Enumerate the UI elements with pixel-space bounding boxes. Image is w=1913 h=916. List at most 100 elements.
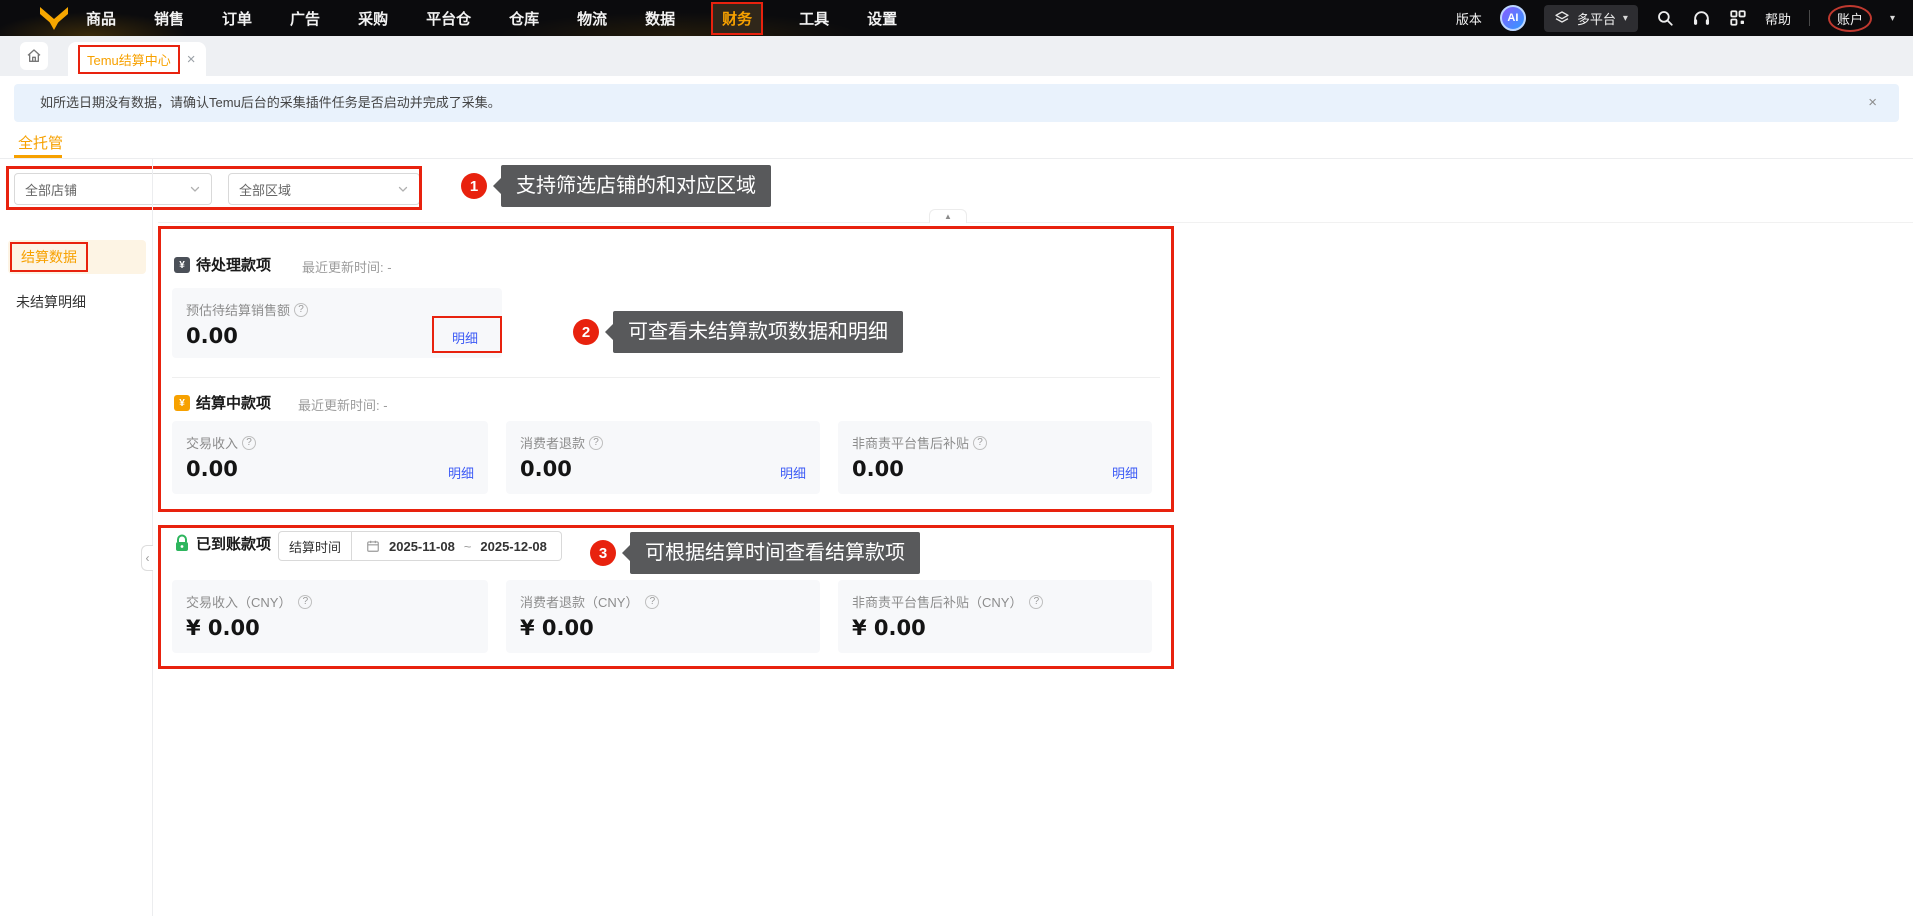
home-button[interactable]: [20, 42, 48, 70]
nav-item-tools[interactable]: 工具: [797, 3, 831, 34]
detail-link[interactable]: 明细: [780, 463, 806, 482]
platform-switcher[interactable]: 多平台 ▾: [1543, 4, 1638, 32]
headset-icon[interactable]: [1692, 9, 1711, 28]
collapse-left-icon[interactable]: ‹: [141, 545, 153, 571]
search-icon[interactable]: [1656, 9, 1674, 27]
nav-item-data[interactable]: 数据: [643, 3, 677, 34]
chevron-down-icon: [190, 186, 200, 192]
card-value: 0.00: [520, 457, 572, 481]
annotation-1-number: 1: [461, 173, 487, 199]
settling-section-icon: ¥: [174, 395, 190, 411]
pending-updated-time: 最近更新时间: -: [302, 260, 392, 275]
card-value: ¥ 0.00: [520, 616, 594, 640]
date-range-picker[interactable]: 2025-11-08 ~ 2025-12-08: [352, 531, 562, 561]
detail-link[interactable]: 明细: [448, 463, 474, 482]
tab-bar: Temu结算中心 ×: [0, 36, 1913, 76]
notice-banner: 如所选日期没有数据，请确认Temu后台的采集插件任务是否启动并完成了采集。 ×: [14, 84, 1899, 122]
ai-badge[interactable]: AI: [1499, 5, 1526, 31]
settlement-time-label[interactable]: 结算时间: [278, 531, 353, 561]
help-icon[interactable]: ?: [294, 302, 309, 317]
close-icon[interactable]: ×: [1868, 84, 1877, 122]
card-label: 交易收入 ?: [186, 433, 257, 452]
shop-select-value: 全部店铺: [25, 182, 78, 198]
card-label: 消费者退款（CNY） ?: [520, 592, 660, 611]
nav-item-logistics[interactable]: 物流: [575, 3, 609, 34]
nav-right: 版本 AI 多平台 ▾ 帮助 账户 ▾: [1456, 4, 1895, 32]
nav-menu: 商品 销售 订单 广告 采购 平台仓 仓库 物流 数据 财务 工具 设置: [84, 1, 899, 35]
top-nav: 商品 销售 订单 广告 采购 平台仓 仓库 物流 数据 财务 工具 设置 版本 …: [0, 0, 1913, 36]
divider: [152, 159, 153, 916]
annotation-3-tooltip: 可根据结算时间查看结算款项: [622, 532, 920, 574]
tab-label: Temu结算中心: [78, 44, 180, 74]
collapse-up-icon[interactable]: ▲: [929, 209, 967, 223]
pending-card: 预估待结算销售额 ? 0.00 明细: [172, 288, 502, 358]
annotation-3: 3 可根据结算时间查看结算款项: [590, 532, 920, 574]
detail-link[interactable]: 明细: [1112, 463, 1138, 482]
lock-icon: [176, 534, 188, 551]
nav-item-products[interactable]: 商品: [84, 3, 118, 34]
date-separator: ~: [463, 538, 472, 554]
sidebar-item-unsettled-detail[interactable]: 未结算明细: [16, 292, 86, 312]
caret-down-icon[interactable]: ▾: [1890, 13, 1895, 24]
help-icon[interactable]: ?: [1029, 594, 1044, 609]
help-icon[interactable]: ?: [242, 435, 257, 450]
help-link[interactable]: 帮助: [1765, 9, 1791, 28]
chevron-down-icon: [398, 186, 408, 192]
divider: [0, 158, 1913, 159]
pending-detail-link[interactable]: 明细: [452, 328, 478, 347]
help-icon[interactable]: ?: [589, 435, 604, 450]
logo-icon[interactable]: [38, 5, 70, 31]
nav-item-platform-warehouse[interactable]: 平台仓: [424, 3, 473, 34]
divider: [1808, 10, 1810, 26]
version-label[interactable]: 版本: [1456, 9, 1482, 28]
help-icon[interactable]: ?: [973, 435, 988, 450]
notice-banner-text: 如所选日期没有数据，请确认Temu后台的采集插件任务是否启动并完成了采集。: [40, 95, 501, 110]
nav-item-sales[interactable]: 销售: [152, 3, 186, 34]
divider: [172, 377, 1160, 378]
help-icon[interactable]: ?: [298, 594, 313, 609]
settlement-time-filter: 结算时间 2025-11-08 ~ 2025-12-08: [278, 531, 562, 561]
nav-item-ads[interactable]: 广告: [288, 3, 322, 34]
pending-card-value: 0.00: [186, 324, 238, 348]
card-value: ¥ 0.00: [186, 616, 260, 640]
card-label: 非商责平台售后补贴 ?: [852, 433, 988, 452]
caret-down-icon: ▾: [1622, 12, 1628, 24]
sidebar-item-settlement-data[interactable]: 结算数据: [8, 240, 146, 274]
pending-section-title: 待处理款项: [196, 257, 272, 274]
help-icon[interactable]: ?: [645, 594, 660, 609]
settling-card-transaction-income: 交易收入 ? 0.00 明细: [172, 421, 488, 494]
annotation-1-tooltip: 支持筛选店铺的和对应区域: [493, 165, 771, 207]
annotation-2-number: 2: [573, 319, 599, 345]
nav-item-purchase[interactable]: 采购: [356, 3, 390, 34]
nav-item-orders[interactable]: 订单: [220, 3, 254, 34]
nav-item-warehouse[interactable]: 仓库: [507, 3, 541, 34]
shop-select[interactable]: 全部店铺: [14, 173, 212, 205]
apps-grid-icon[interactable]: [1729, 9, 1747, 27]
nav-item-finance[interactable]: 财务: [711, 1, 764, 35]
card-label-text: 交易收入: [186, 436, 239, 451]
close-icon[interactable]: ×: [187, 51, 196, 68]
home-icon: [27, 49, 41, 62]
settling-section-title: 结算中款项: [196, 395, 272, 412]
card-value: 0.00: [852, 457, 904, 481]
received-section-title: 已到账款项: [196, 536, 272, 553]
sidebar-item-label: 结算数据: [10, 242, 88, 272]
annotation-3-number: 3: [590, 540, 616, 566]
layers-icon: [1555, 11, 1569, 23]
card-label: 交易收入（CNY） ?: [186, 592, 313, 611]
nav-item-settings[interactable]: 设置: [865, 3, 899, 34]
account-label[interactable]: 账户: [1827, 4, 1872, 32]
date-end: 2025-12-08: [480, 538, 547, 554]
card-label: 消费者退款 ?: [520, 433, 604, 452]
tab-temu-settlement-center[interactable]: Temu结算中心 ×: [68, 42, 206, 76]
card-label-text: 消费者退款: [520, 436, 586, 451]
received-card-consumer-refund: 消费者退款（CNY） ? ¥ 0.00: [506, 580, 820, 653]
pending-card-label-text: 预估待结算销售额: [186, 303, 291, 318]
settling-updated-time: 最近更新时间: -: [298, 398, 388, 413]
platform-switcher-label: 多平台: [1576, 11, 1616, 27]
region-select[interactable]: 全部区域: [228, 173, 420, 205]
card-value: ¥ 0.00: [852, 616, 926, 640]
annotation-2: 2 可查看未结算款项数据和明细: [573, 311, 903, 353]
settling-card-platform-subsidy: 非商责平台售后补贴 ? 0.00 明细: [838, 421, 1152, 494]
tab-fully-managed[interactable]: 全托管: [18, 132, 63, 153]
